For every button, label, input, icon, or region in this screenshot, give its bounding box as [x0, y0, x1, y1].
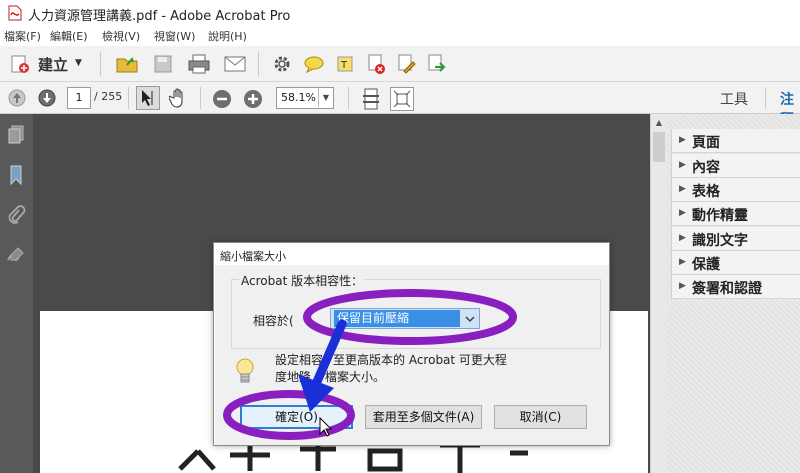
page-number-input[interactable]: 1	[67, 87, 91, 109]
menu-file[interactable]: 檔案(F)	[4, 28, 41, 44]
toolbar-divider	[258, 52, 259, 76]
expand-arrow-icon: ▶	[679, 233, 686, 243]
highlight-text-icon[interactable]: T	[334, 52, 358, 76]
expand-arrow-icon: ▶	[679, 281, 686, 291]
gear-icon[interactable]	[270, 52, 294, 76]
save-icon[interactable]	[151, 52, 175, 76]
panel-item-protection[interactable]: ▶ 保護	[671, 251, 800, 275]
expand-arrow-icon: ▶	[679, 257, 686, 267]
fit-page-icon[interactable]	[390, 87, 414, 111]
toolbar-divider	[100, 52, 101, 76]
panel-item-forms[interactable]: ▶ 表格	[671, 178, 800, 202]
next-page-icon[interactable]	[36, 87, 58, 109]
compatibility-label-tail: ：	[305, 314, 318, 328]
tip-line2-head: 度地降	[275, 370, 312, 384]
menu-help[interactable]: 說明(H)	[208, 28, 247, 44]
compatibility-group-title: Acrobat 版本相容性：	[239, 272, 366, 289]
expand-arrow-icon: ▶	[679, 184, 686, 194]
panel-item-text-recognition[interactable]: ▶ 識別文字	[671, 227, 800, 251]
compatibility-label-head: 相容於(	[253, 314, 294, 328]
zoom-in-icon[interactable]	[241, 87, 265, 111]
panel-item-content[interactable]: ▶ 內容	[671, 154, 800, 178]
compatibility-selected-value: 保留目前壓縮	[334, 310, 460, 327]
lightbulb-icon	[236, 358, 254, 383]
panel-item-label: 表格	[692, 184, 720, 200]
panel-item-label: 識別文字	[692, 233, 748, 249]
zoom-dropdown-icon[interactable]: ▼	[318, 88, 333, 107]
ok-button[interactable]: 確定(O)	[240, 405, 353, 429]
panel-item-action-wizard[interactable]: ▶ 動作精靈	[671, 202, 800, 226]
fit-width-icon[interactable]	[360, 87, 382, 111]
toolbar-divider	[765, 87, 766, 109]
panel-item-label: 內容	[692, 160, 720, 176]
pdf-file-icon	[8, 5, 22, 21]
compatibility-label: 相容於( ：	[253, 312, 318, 329]
attachment-icon[interactable]	[6, 204, 26, 226]
page-total: / 255	[94, 90, 123, 103]
panel-item-pages[interactable]: ▶ 頁面	[671, 129, 800, 153]
toolbar-divider	[128, 87, 129, 109]
tools-panel: ▶ 頁面 ▶ 內容 ▶ 表格 ▶ 動作精靈 ▶ 識別文字 ▶ 保護 ▶ 簽署和認…	[667, 114, 800, 473]
print-icon[interactable]	[186, 52, 212, 76]
title-bar: 人力資源管理講義.pdf - Adobe Acrobat Pro	[0, 0, 800, 26]
reduce-file-size-dialog: 縮小檔案大小 Acrobat 版本相容性： 相容於( ： 保留目前壓縮 設定相容至…	[213, 242, 610, 446]
scroll-thumb[interactable]	[653, 132, 665, 162]
signature-icon[interactable]	[6, 244, 26, 266]
panel-item-label: 保護	[692, 257, 720, 273]
panel-item-label: 簽署和認證	[692, 281, 762, 297]
tip-line2-tail: 檔案大小。	[325, 370, 386, 384]
expand-arrow-icon: ▶	[679, 135, 686, 145]
toolbar-divider	[200, 87, 201, 109]
create-button[interactable]: 建立	[38, 54, 68, 75]
sign-document-icon[interactable]	[394, 52, 418, 76]
create-icon[interactable]	[8, 52, 32, 76]
menu-edit[interactable]: 編輯(E)	[50, 28, 88, 44]
panel-item-sign-certify[interactable]: ▶ 簽署和認證	[671, 275, 800, 299]
page-thumbnails-icon[interactable]	[6, 124, 26, 146]
expand-arrow-icon: ▶	[679, 160, 686, 170]
email-icon[interactable]	[222, 52, 248, 76]
expand-arrow-icon: ▶	[679, 208, 686, 218]
navigation-toolbar: 1 / 255 58.1% ▼ 工具 注釋	[0, 82, 800, 128]
toolbar-divider	[348, 87, 349, 109]
create-dropdown-icon[interactable]: ▼	[75, 58, 82, 68]
tip-line1-head: 設定相容	[275, 353, 324, 367]
export-document-icon[interactable]	[424, 52, 448, 76]
tip-line1-tail: 至更高版本的 Acrobat 可更大程	[333, 353, 507, 367]
panel-item-label: 動作精靈	[692, 208, 748, 224]
left-navigation-pane	[0, 114, 33, 473]
compatibility-tip: 設定相容 至更高版本的 Acrobat 可更大程 度地降 檔案大小。	[275, 352, 585, 386]
dialog-body: Acrobat 版本相容性： 相容於( ： 保留目前壓縮 設定相容 至更高版本的 A…	[215, 265, 609, 445]
comment-bubble-icon[interactable]	[302, 52, 326, 76]
panel-item-label: 頁面	[692, 135, 720, 151]
scroll-up-icon[interactable]: ▲	[651, 114, 667, 130]
window-title: 人力資源管理講義.pdf - Adobe Acrobat Pro	[28, 9, 291, 24]
svg-text:T: T	[340, 60, 348, 71]
apply-to-multiple-button[interactable]: 套用至多個文件(A)	[365, 405, 482, 429]
vertical-scrollbar[interactable]: ▲	[650, 114, 667, 473]
previous-page-icon[interactable]	[6, 87, 28, 109]
chevron-down-icon[interactable]	[462, 311, 478, 326]
select-cursor-icon[interactable]	[136, 86, 160, 110]
menu-view[interactable]: 檢視(V)	[102, 28, 140, 44]
delete-page-icon[interactable]	[364, 52, 388, 76]
main-toolbar: 建立 ▼ T	[0, 46, 800, 82]
compatibility-dropdown[interactable]: 保留目前壓縮	[330, 308, 480, 329]
zoom-out-icon[interactable]	[210, 87, 234, 111]
menu-bar: 檔案(F) 編輯(E) 檢視(V) 視窗(W) 說明(H)	[0, 26, 800, 46]
bookmark-icon[interactable]	[6, 164, 26, 186]
open-folder-icon[interactable]	[114, 52, 140, 76]
tools-tab[interactable]: 工具	[720, 89, 748, 109]
hand-tool-icon[interactable]	[166, 86, 190, 110]
cancel-button[interactable]: 取消(C)	[494, 405, 587, 429]
dialog-title: 縮小檔案大小	[220, 250, 286, 263]
menu-window[interactable]: 視窗(W)	[154, 28, 195, 44]
